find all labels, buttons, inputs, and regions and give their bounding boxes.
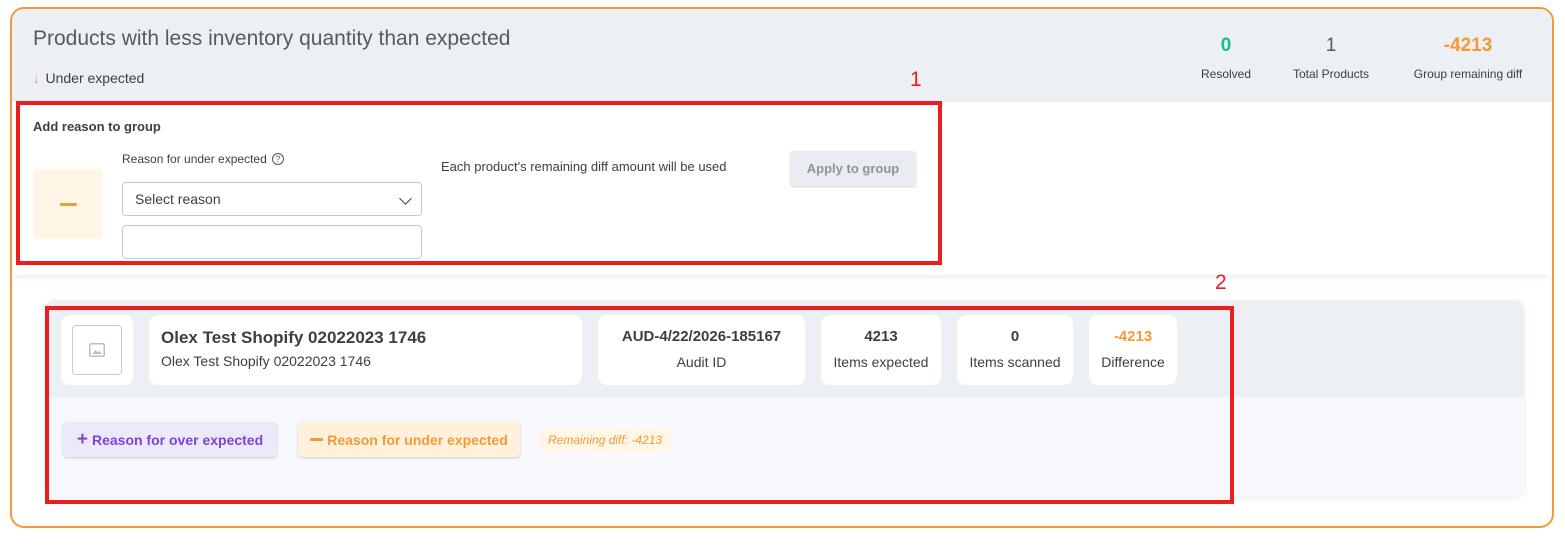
resolved-count: 0 [1220, 35, 1232, 56]
group-header: Products with less inventory quantity th… [12, 9, 1552, 102]
total-products-count: 1 [1325, 35, 1337, 56]
stat-group-remaining-diff: -4213 Group remaining diff [1406, 33, 1530, 81]
stat-total-products: 1 Total Products [1286, 33, 1376, 81]
arrow-down-icon: ↓ [33, 70, 40, 86]
annotation-label-1: 1 [910, 68, 922, 91]
resolved-label: Resolved [1200, 67, 1252, 81]
group-remaining-diff-label: Group remaining diff [1413, 67, 1523, 81]
under-expected-label: ↓ Under expected [33, 70, 144, 86]
group-title: Products with less inventory quantity th… [33, 27, 511, 50]
under-expected-text: Under expected [45, 70, 145, 86]
annotation-box-2 [45, 306, 1234, 504]
annotation-box-1 [16, 101, 942, 265]
annotation-label-2: 2 [1215, 271, 1227, 294]
stat-resolved: 0 Resolved [1192, 33, 1260, 81]
total-products-label: Total Products [1292, 67, 1370, 81]
group-remaining-diff-value: -4213 [1443, 35, 1493, 56]
